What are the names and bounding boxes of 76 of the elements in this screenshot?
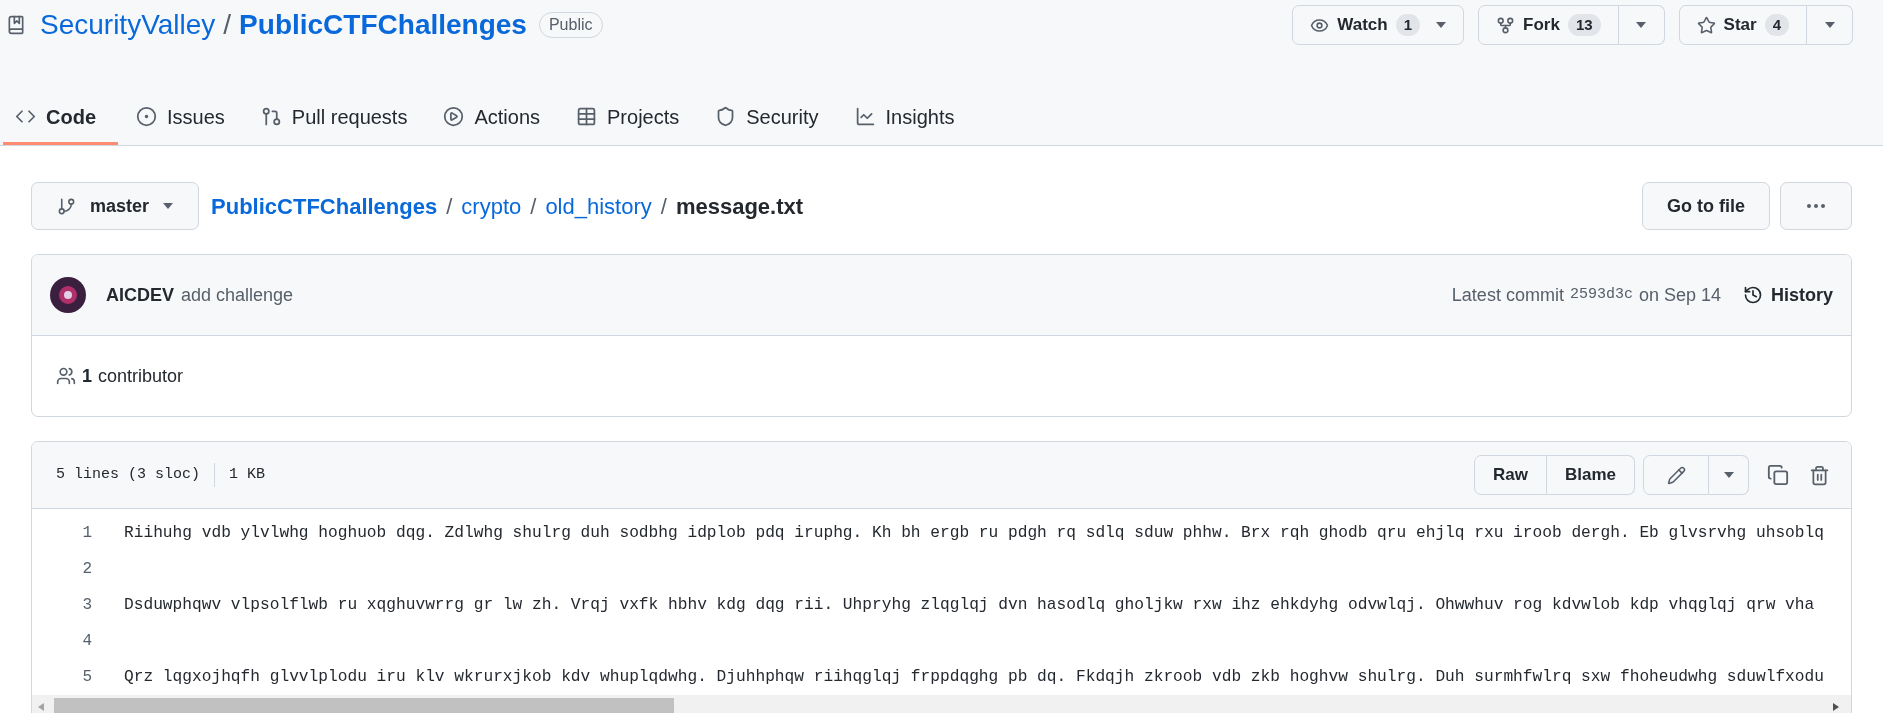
- line-number: 3: [81, 595, 92, 616]
- go-to-file-button[interactable]: Go to file: [1642, 182, 1770, 230]
- history-icon: [1743, 285, 1763, 305]
- contributor-count: 1: [82, 364, 92, 388]
- scrollbar-thumb[interactable]: [54, 697, 674, 713]
- caret-icon: [1636, 22, 1647, 28]
- ellipsis-icon: [1807, 204, 1825, 208]
- nav-tab[interactable]: Code: [3, 91, 118, 145]
- commit-message-link[interactable]: add challenge: [181, 281, 294, 309]
- repo-owner-link[interactable]: SecurityValley: [40, 4, 216, 46]
- action-label: Fork: [1523, 14, 1560, 37]
- commit-author-link[interactable]: AICDEV: [106, 281, 174, 309]
- caret-icon: [1824, 22, 1835, 28]
- graph-icon: [854, 106, 876, 127]
- file-size: 1 KB: [229, 464, 266, 485]
- caret-icon: [163, 203, 174, 209]
- breadcrumb-separator: /: [446, 192, 453, 221]
- line-count: 5 lines (3 sloc): [56, 464, 201, 485]
- repo-action-button[interactable]: Fork 13: [1478, 5, 1619, 45]
- nav-tab[interactable]: Security: [697, 91, 837, 145]
- line-number: 1: [81, 523, 92, 544]
- people-icon: [56, 366, 76, 386]
- dropdown-button[interactable]: [1709, 455, 1749, 495]
- caret-icon: [1723, 472, 1734, 478]
- nav-tab[interactable]: Insights: [836, 91, 973, 145]
- contributor-label: contributor: [98, 364, 184, 388]
- repo-icon: [6, 15, 26, 35]
- repo-action-button[interactable]: Watch 1: [1292, 5, 1465, 45]
- repo-action-button[interactable]: Star 4: [1678, 5, 1807, 45]
- commit-date: on Sep 14: [1638, 283, 1721, 307]
- nav-tab[interactable]: Issues: [118, 91, 243, 145]
- file-view-button[interactable]: Blame: [1546, 455, 1635, 495]
- nav-tab[interactable]: Pull requests: [242, 91, 426, 145]
- count-badge: 13: [1567, 14, 1601, 36]
- breadcrumb-separator: /: [660, 192, 667, 221]
- code-line: Qrz lqgxojhqfh glvvlplodu iru klv wkrurxjkob kdv whuplqdwhg. Djuhhphqw riihqglqj frppdqghg pb dq. Fkdqjh zkroob vdb zkb hoghvw shulrg. Duh surmhfwlrq sxw fhoheudwhg sduwlfxodu: [124, 666, 1824, 688]
- fork-icon: [1496, 15, 1516, 35]
- dropdown-button[interactable]: [1618, 5, 1665, 45]
- latest-commit-label: Latest commit: [1451, 283, 1564, 307]
- breadcrumb-link[interactable]: crypto: [461, 189, 522, 223]
- nav-tab[interactable]: Projects: [558, 91, 698, 145]
- action-label: Watch: [1337, 14, 1388, 37]
- circle-dot-icon: [136, 106, 157, 127]
- pencil-icon: [1666, 465, 1686, 485]
- file-view-button[interactable]: Raw: [1474, 455, 1547, 495]
- action-label: Star: [1723, 14, 1757, 37]
- star-icon: [1696, 15, 1716, 35]
- count-badge: 4: [1764, 14, 1789, 36]
- breadcrumb-link[interactable]: PublicCTFChallenges: [211, 189, 438, 223]
- pull-request-icon: [260, 106, 282, 127]
- breadcrumb-link[interactable]: old_history: [545, 189, 652, 223]
- table-icon: [576, 106, 598, 127]
- code-line: Riihuhg vdb ylvlwhg hoghuob dqg. Zdlwhg shulrg duh sodbhg idplob pdq iruphg. Kh bh ergb ru pdgh rq sdlq sduw phhw. Brx rqh ghodb qru ehjlq rxu iroob dergh. Eb glvsrvhg uhsoblq: [124, 522, 1824, 544]
- repo-separator: /: [223, 8, 232, 42]
- branch-icon: [57, 196, 76, 216]
- file-name: message.txt: [675, 192, 804, 221]
- play-icon: [443, 106, 465, 127]
- code-line: Dsduwphqwv vlpsolflwb ru xqghuvwrrg gr lw zh. Vrqj vxfk hbhv kdg dqg rii. Uhpryhg zlqglqj dvn hasodlq gholjkw rxw ihz ehkdyhg odvwlqj. Ohwwhuv rog kdvwlob kdp vhqglqj qrw vha: [124, 594, 1815, 616]
- horizontal-scrollbar[interactable]: [32, 695, 1851, 713]
- caret-icon: [1436, 22, 1447, 28]
- edit-button[interactable]: [1643, 455, 1709, 495]
- count-badge: 1: [1395, 14, 1421, 36]
- delete-icon[interactable]: [1809, 464, 1830, 486]
- breadcrumb-separator: /: [530, 192, 537, 221]
- branch-button[interactable]: master: [31, 182, 200, 230]
- avatar: [50, 277, 86, 313]
- dropdown-button[interactable]: [1807, 5, 1853, 45]
- line-number: 2: [81, 559, 92, 580]
- copy-icon[interactable]: [1767, 464, 1789, 486]
- commit-sha-link[interactable]: 2593d3c: [1569, 283, 1633, 307]
- more-options-button[interactable]: [1780, 182, 1852, 230]
- history-link[interactable]: History: [1743, 281, 1833, 309]
- line-number: 4: [81, 631, 92, 652]
- repo-name-link[interactable]: PublicCTFChallenges: [239, 4, 527, 46]
- line-number: 5: [81, 667, 92, 688]
- nav-tab[interactable]: Actions: [425, 91, 559, 145]
